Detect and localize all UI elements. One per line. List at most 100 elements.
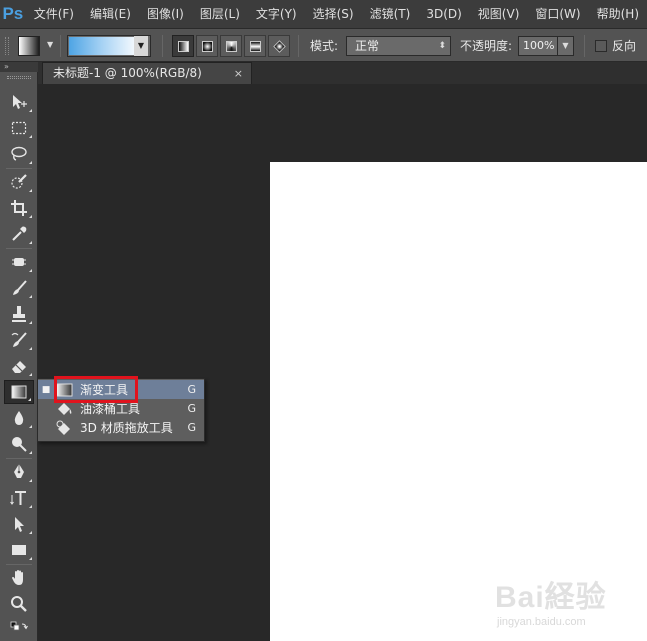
selected-bullet-icon: ■ <box>41 384 51 395</box>
document-tab-title: 未标题-1 @ 100%(RGB/8) <box>53 66 202 80</box>
menu-layer[interactable]: 图层(L) <box>192 0 248 28</box>
flyout-shortcut: G <box>187 383 196 396</box>
menu-type[interactable]: 文字(Y) <box>248 0 305 28</box>
toolbox-divider <box>6 458 32 459</box>
mode-select[interactable]: 正常 ⬍ <box>346 36 451 56</box>
toolbox-grip[interactable] <box>7 76 31 79</box>
caret-down-icon[interactable]: ▼ <box>557 37 573 55</box>
eraser-tool[interactable] <box>4 354 34 378</box>
opacity-field[interactable]: 100% ▼ <box>518 36 574 56</box>
menu-help[interactable]: 帮助(H) <box>589 0 647 28</box>
eyedropper-icon <box>12 226 27 241</box>
radial-gradient-button[interactable] <box>196 35 218 57</box>
toolbox-panel: » <box>0 62 38 641</box>
submenu-indicator-icon <box>29 161 32 164</box>
submenu-indicator-icon <box>29 451 32 454</box>
angle-gradient-icon <box>226 41 237 52</box>
zoom-magnifier-icon <box>11 596 27 612</box>
reflected-gradient-button[interactable] <box>244 35 266 57</box>
updown-arrows-icon: ⬍ <box>438 41 446 51</box>
gradient-tool-preset-icon <box>18 36 40 56</box>
divider <box>162 35 163 57</box>
move-tool[interactable] <box>4 90 34 114</box>
caret-down-icon[interactable]: ▼ <box>134 36 148 56</box>
flyout-item-gradient-tool[interactable]: ■ 渐变工具 G <box>38 380 204 399</box>
submenu-indicator-icon <box>29 135 32 138</box>
crop-icon <box>11 200 27 216</box>
type-icon <box>10 491 26 505</box>
flyout-shortcut: G <box>187 402 196 415</box>
options-bar: ▼ ▼ 模式: 正常 ⬍ 不透明度: 100% ▼ 反向 <box>0 28 647 62</box>
menu-edit[interactable]: 编辑(E) <box>82 0 139 28</box>
lasso-tool[interactable] <box>4 142 34 166</box>
flyout-shortcut: G <box>187 421 196 434</box>
opacity-value: 100% <box>523 39 555 52</box>
zoom-tool[interactable] <box>4 592 34 616</box>
brush-tool[interactable] <box>4 276 34 300</box>
gradient-preview-swatch[interactable] <box>69 37 135 55</box>
options-bar-grip[interactable] <box>5 37 9 55</box>
menu-3d[interactable]: 3D(D) <box>418 0 469 28</box>
linear-gradient-icon <box>178 41 189 52</box>
brush-icon <box>13 280 27 295</box>
linear-gradient-button[interactable] <box>172 35 194 57</box>
clone-stamp-tool[interactable] <box>4 302 34 326</box>
rectangle-tool[interactable] <box>4 538 34 562</box>
menu-select[interactable]: 选择(S) <box>305 0 362 28</box>
document-canvas[interactable] <box>270 162 647 641</box>
color-swap-controls[interactable] <box>4 618 34 641</box>
menu-filter[interactable]: 滤镜(T) <box>362 0 419 28</box>
crop-tool[interactable] <box>4 196 34 220</box>
blur-tool[interactable] <box>4 406 34 430</box>
quick-selection-icon <box>11 174 27 189</box>
tool-preset-picker[interactable]: ▼ <box>18 36 58 56</box>
blur-drop-icon <box>14 411 24 425</box>
submenu-indicator-icon <box>29 557 32 560</box>
menu-window[interactable]: 窗口(W) <box>527 0 588 28</box>
pen-icon <box>14 464 24 478</box>
submenu-indicator-icon <box>29 505 32 508</box>
menu-image[interactable]: 图像(I) <box>139 0 192 28</box>
document-tab[interactable]: 未标题-1 @ 100%(RGB/8) × <box>42 62 252 84</box>
submenu-indicator-icon <box>29 215 32 218</box>
submenu-indicator-icon <box>29 109 32 112</box>
flyout-item-3d-material-drop-tool[interactable]: 3D 材质拖放工具 G <box>38 418 204 437</box>
type-tool[interactable] <box>4 486 34 510</box>
submenu-indicator-icon <box>29 241 32 244</box>
path-selection-arrow-icon <box>15 517 24 532</box>
divider <box>584 35 585 57</box>
flyout-item-paint-bucket-tool[interactable]: 油漆桶工具 G <box>38 399 204 418</box>
quick-selection-tool[interactable] <box>4 170 34 194</box>
flyout-item-label: 油漆桶工具 <box>80 402 141 416</box>
collapse-icon[interactable]: » <box>4 62 9 71</box>
history-brush-tool[interactable] <box>4 328 34 352</box>
gradient-tool[interactable] <box>4 380 34 404</box>
reverse-checkbox[interactable] <box>595 40 607 52</box>
3d-material-drop-icon <box>54 420 74 436</box>
caret-down-icon: ▼ <box>47 40 54 49</box>
healing-brush-tool[interactable] <box>4 250 34 274</box>
pen-tool[interactable] <box>4 460 34 484</box>
swap-colors-icon <box>10 621 28 631</box>
diamond-gradient-button[interactable] <box>268 35 290 57</box>
move-icon <box>13 95 27 109</box>
path-selection-tool[interactable] <box>4 512 34 536</box>
divider <box>60 35 61 57</box>
clone-stamp-icon <box>12 306 26 322</box>
eyedropper-tool[interactable] <box>4 222 34 246</box>
angle-gradient-button[interactable] <box>220 35 242 57</box>
submenu-indicator-icon <box>29 479 32 482</box>
menu-file[interactable]: 文件(F) <box>26 0 82 28</box>
dodge-tool[interactable] <box>4 432 34 456</box>
submenu-indicator-icon <box>29 321 32 324</box>
close-icon[interactable]: × <box>234 63 243 84</box>
marquee-tool[interactable] <box>4 116 34 140</box>
rectangle-shape-icon <box>12 545 26 555</box>
mode-value: 正常 <box>355 39 380 53</box>
hand-tool[interactable] <box>4 566 34 590</box>
toolbox-collapse-bar[interactable]: » <box>0 62 38 72</box>
menu-view[interactable]: 视图(V) <box>470 0 528 28</box>
toolbox-divider <box>6 248 32 249</box>
submenu-indicator-icon <box>29 531 32 534</box>
gradient-picker[interactable]: ▼ <box>67 35 151 57</box>
